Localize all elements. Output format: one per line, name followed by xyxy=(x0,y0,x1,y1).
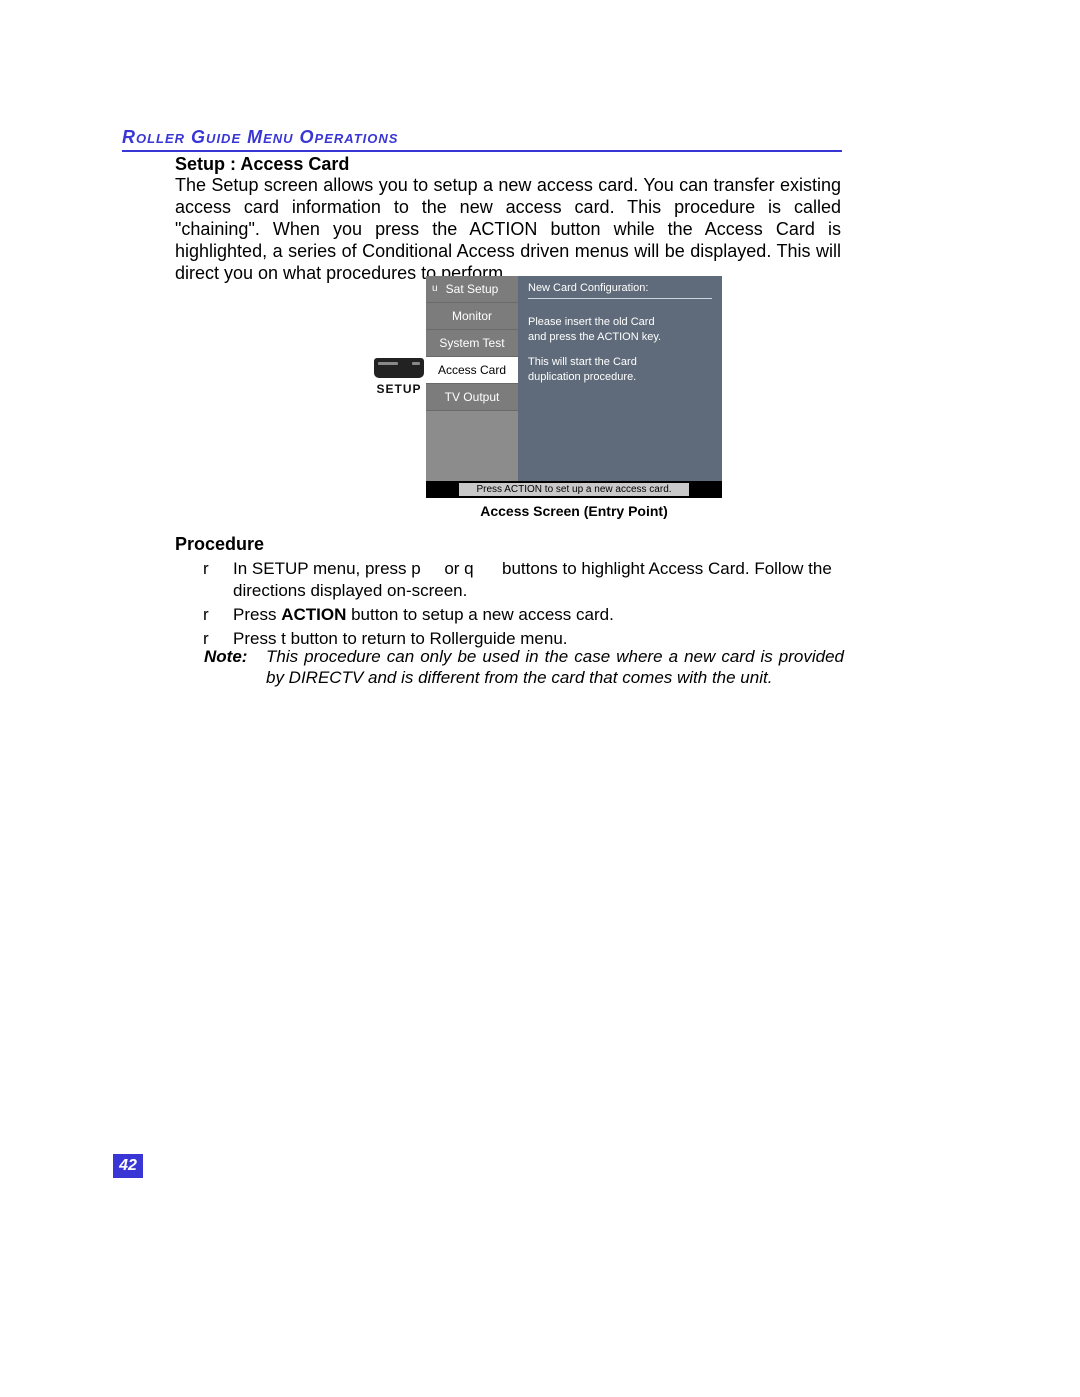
list-item: r In SETUP menu, press p or q buttons to… xyxy=(203,558,843,602)
bullet-icon: r xyxy=(203,558,233,602)
menu-item-monitor[interactable]: Monitor xyxy=(426,303,518,330)
note-label: Note: xyxy=(204,646,266,689)
text-run-bold: ACTION xyxy=(281,605,346,624)
menu-item-sat-setup[interactable]: u Sat Setup xyxy=(426,276,518,303)
procedure-header: Procedure xyxy=(175,534,264,555)
info-line: Please insert the old Card xyxy=(528,315,712,330)
bullet-icon: r xyxy=(203,604,233,626)
text-run: or q xyxy=(440,559,479,578)
page-number: 42 xyxy=(113,1154,143,1178)
screenshot-footer: Press ACTION to set up a new access card… xyxy=(426,481,722,498)
document-page: Roller Guide Menu Operations Setup : Acc… xyxy=(0,0,1080,1397)
info-line: This will start the Card xyxy=(528,355,712,370)
menu-item-label: System Test xyxy=(439,336,504,350)
arrow-up-icon: u xyxy=(432,276,438,302)
info-panel-divider xyxy=(528,298,712,299)
menu-item-label: Access Card xyxy=(438,363,506,377)
setup-menu-column: u Sat Setup Monitor System Test Access C… xyxy=(426,276,518,481)
note-block: Note: This procedure can only be used in… xyxy=(204,646,844,689)
info-line: duplication procedure. xyxy=(528,370,712,385)
list-item-text: Press ACTION button to setup a new acces… xyxy=(233,604,843,626)
body-paragraph: The Setup screen allows you to setup a n… xyxy=(175,175,841,285)
info-panel: New Card Configuration: Please insert th… xyxy=(518,276,722,481)
tv-screenshot: u Sat Setup Monitor System Test Access C… xyxy=(426,276,722,498)
vcr-icon xyxy=(374,358,424,378)
info-panel-title: New Card Configuration: xyxy=(518,276,722,296)
setup-icon-label: SETUP xyxy=(369,382,429,396)
menu-item-access-card[interactable]: Access Card xyxy=(426,357,518,384)
menu-item-tv-output[interactable]: TV Output xyxy=(426,384,518,411)
text-run: In SETUP menu, press p xyxy=(233,559,421,578)
info-panel-body: Please insert the old Card and press the… xyxy=(518,305,722,384)
menu-item-label: Monitor xyxy=(452,309,492,323)
sub-section-header: Setup : Access Card xyxy=(175,154,349,175)
screenshot-footer-text: Press ACTION to set up a new access card… xyxy=(459,483,689,496)
procedure-list: r In SETUP menu, press p or q buttons to… xyxy=(203,558,843,652)
list-item: r Press ACTION button to setup a new acc… xyxy=(203,604,843,626)
menu-item-label: TV Output xyxy=(445,390,500,404)
setup-vcr-icon: SETUP xyxy=(369,358,429,396)
menu-item-label: Sat Setup xyxy=(446,282,499,296)
info-spacer xyxy=(528,345,712,355)
section-header: Roller Guide Menu Operations xyxy=(122,127,842,152)
note-text: This procedure can only be used in the c… xyxy=(266,646,844,689)
screenshot-caption: Access Screen (Entry Point) xyxy=(426,503,722,519)
text-run: Press xyxy=(233,605,281,624)
list-item-text: In SETUP menu, press p or q buttons to h… xyxy=(233,558,843,602)
menu-item-system-test[interactable]: System Test xyxy=(426,330,518,357)
text-run: button to setup a new access card. xyxy=(346,605,613,624)
info-line: and press the ACTION key. xyxy=(528,330,712,345)
